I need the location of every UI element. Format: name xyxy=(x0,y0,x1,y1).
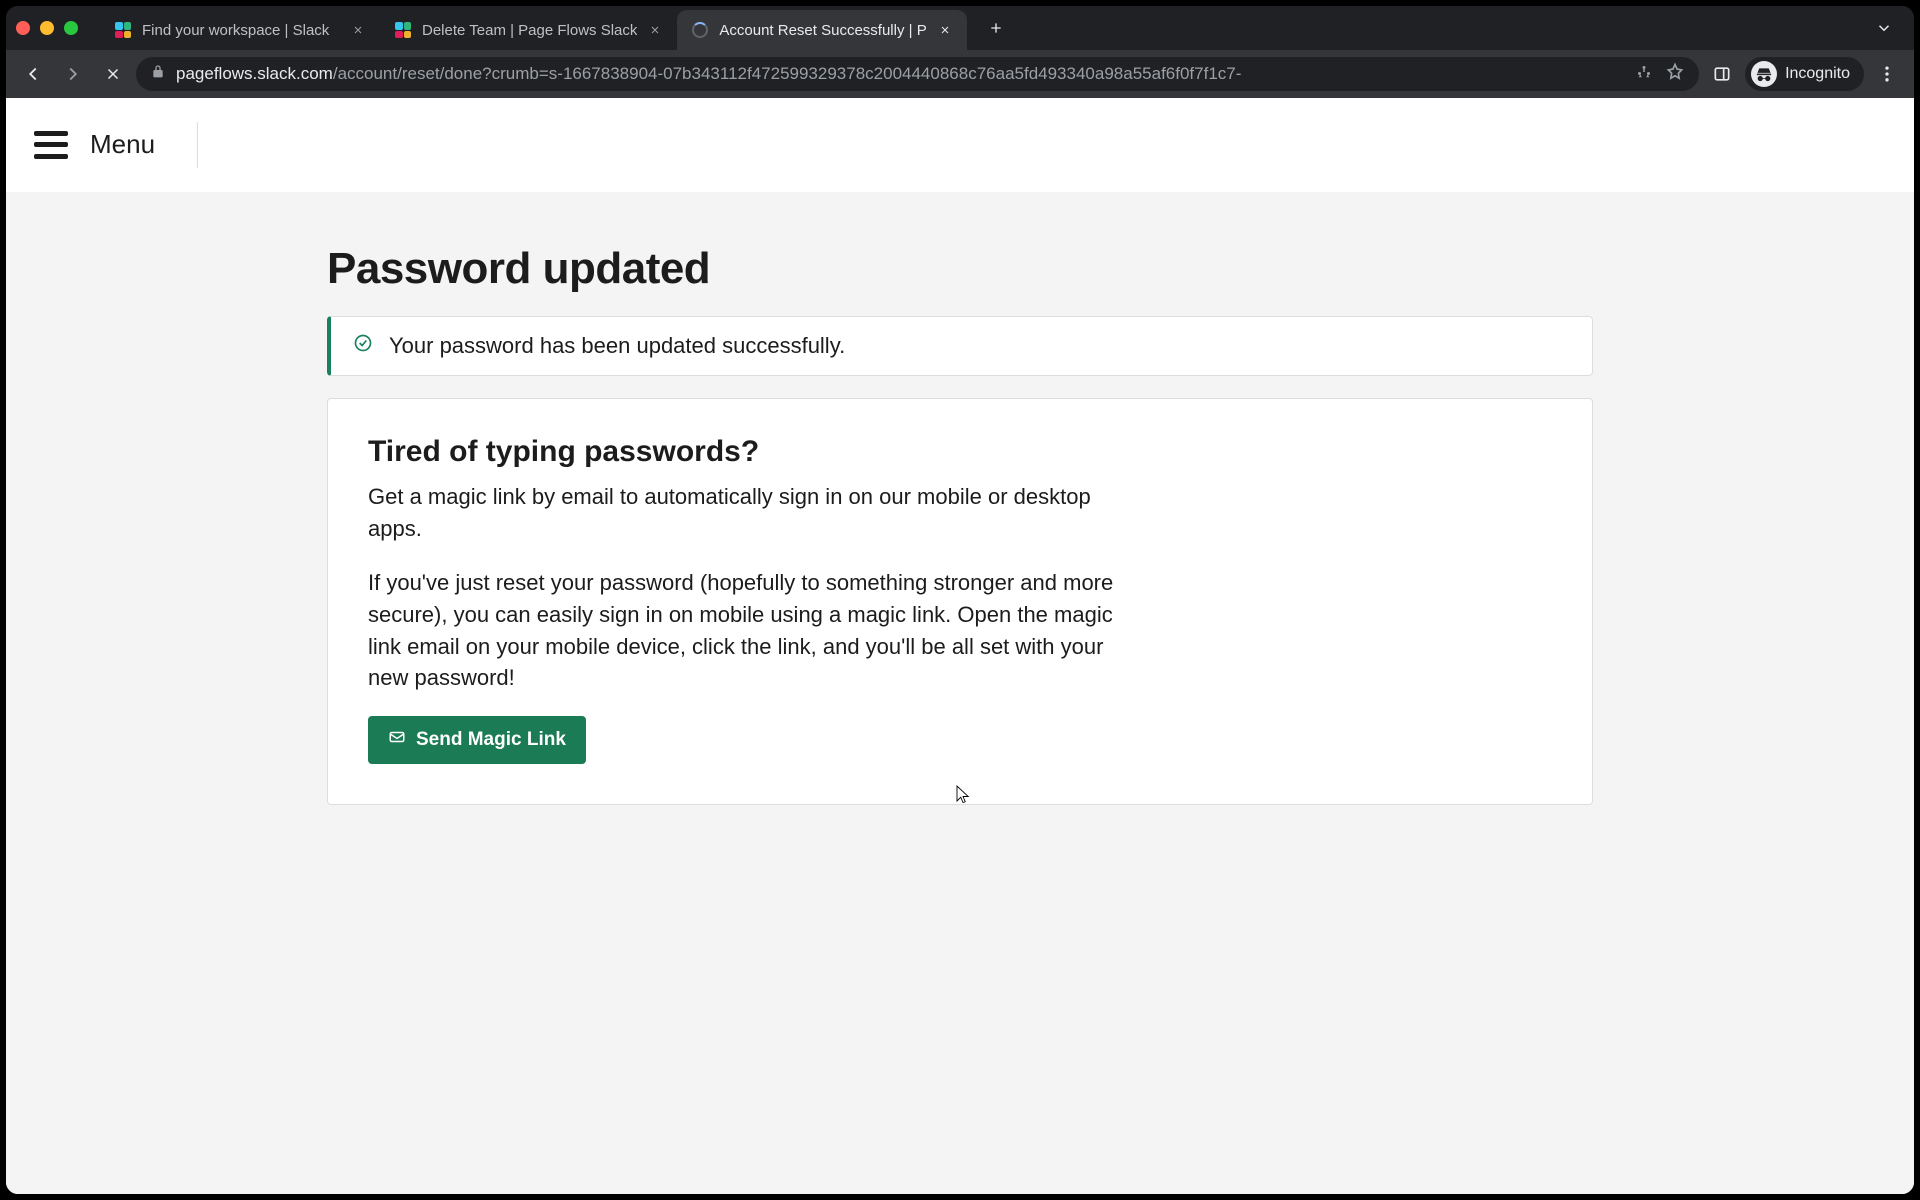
page-viewport: Menu Password updated Your password has … xyxy=(6,98,1914,1194)
button-label: Send Magic Link xyxy=(416,729,566,751)
incognito-icon xyxy=(1751,61,1777,87)
send-magic-link-button[interactable]: Send Magic Link xyxy=(368,716,586,764)
divider xyxy=(197,122,198,168)
check-circle-icon xyxy=(353,333,373,359)
lock-icon xyxy=(150,64,166,85)
browser-menu-button[interactable] xyxy=(1870,57,1904,91)
tab-title: Delete Team | Page Flows Slack xyxy=(422,22,637,39)
page-body: Password updated Your password has been … xyxy=(6,192,1914,1194)
window-controls xyxy=(16,21,78,35)
close-tab-button[interactable] xyxy=(350,22,366,38)
menu-label: Menu xyxy=(90,129,155,160)
minimize-window-button[interactable] xyxy=(40,21,54,35)
card-paragraph: Get a magic link by email to automatical… xyxy=(368,481,1128,545)
page-title: Password updated xyxy=(327,244,1593,294)
browser-window: Find your workspace | Slack Delete Team … xyxy=(6,6,1914,1194)
alert-text: Your password has been updated successfu… xyxy=(389,333,845,359)
loading-icon xyxy=(691,21,709,39)
forward-button[interactable] xyxy=(56,57,90,91)
magic-link-card: Tired of typing passwords? Get a magic l… xyxy=(327,398,1593,805)
tabstrip-right xyxy=(1870,14,1904,42)
back-button[interactable] xyxy=(16,57,50,91)
side-panel-button[interactable] xyxy=(1705,57,1739,91)
extension-icon[interactable] xyxy=(1635,63,1653,86)
slack-icon xyxy=(394,21,412,39)
tab-find-workspace[interactable]: Find your workspace | Slack xyxy=(100,10,380,50)
tab-overflow-button[interactable] xyxy=(1870,14,1898,42)
card-paragraph: If you've just reset your password (hope… xyxy=(368,567,1128,695)
tab-strip: Find your workspace | Slack Delete Team … xyxy=(6,6,1914,50)
close-tab-button[interactable] xyxy=(937,22,953,38)
slack-icon xyxy=(114,21,132,39)
menu-button[interactable] xyxy=(34,131,68,159)
content: Password updated Your password has been … xyxy=(327,244,1593,805)
address-bar[interactable]: pageflows.slack.com/account/reset/done?c… xyxy=(136,57,1699,91)
tab-title: Account Reset Successfully | P xyxy=(719,22,926,39)
bookmark-icon[interactable] xyxy=(1665,62,1685,87)
tab-delete-team[interactable]: Delete Team | Page Flows Slack xyxy=(380,10,677,50)
url-text: pageflows.slack.com/account/reset/done?c… xyxy=(176,64,1241,84)
stop-reload-button[interactable] xyxy=(96,57,130,91)
new-tab-button[interactable] xyxy=(981,13,1011,43)
card-title: Tired of typing passwords? xyxy=(368,435,1552,469)
tab-title: Find your workspace | Slack xyxy=(142,22,340,39)
maximize-window-button[interactable] xyxy=(64,21,78,35)
mail-icon xyxy=(388,728,406,752)
tab-account-reset[interactable]: Account Reset Successfully | P xyxy=(677,10,966,50)
close-tab-button[interactable] xyxy=(647,22,663,38)
site-header: Menu xyxy=(6,98,1914,192)
incognito-indicator[interactable]: Incognito xyxy=(1745,57,1864,91)
close-window-button[interactable] xyxy=(16,21,30,35)
incognito-label: Incognito xyxy=(1785,65,1850,83)
browser-toolbar: pageflows.slack.com/account/reset/done?c… xyxy=(6,50,1914,98)
success-alert: Your password has been updated successfu… xyxy=(327,316,1593,376)
tabs: Find your workspace | Slack Delete Team … xyxy=(100,6,967,50)
